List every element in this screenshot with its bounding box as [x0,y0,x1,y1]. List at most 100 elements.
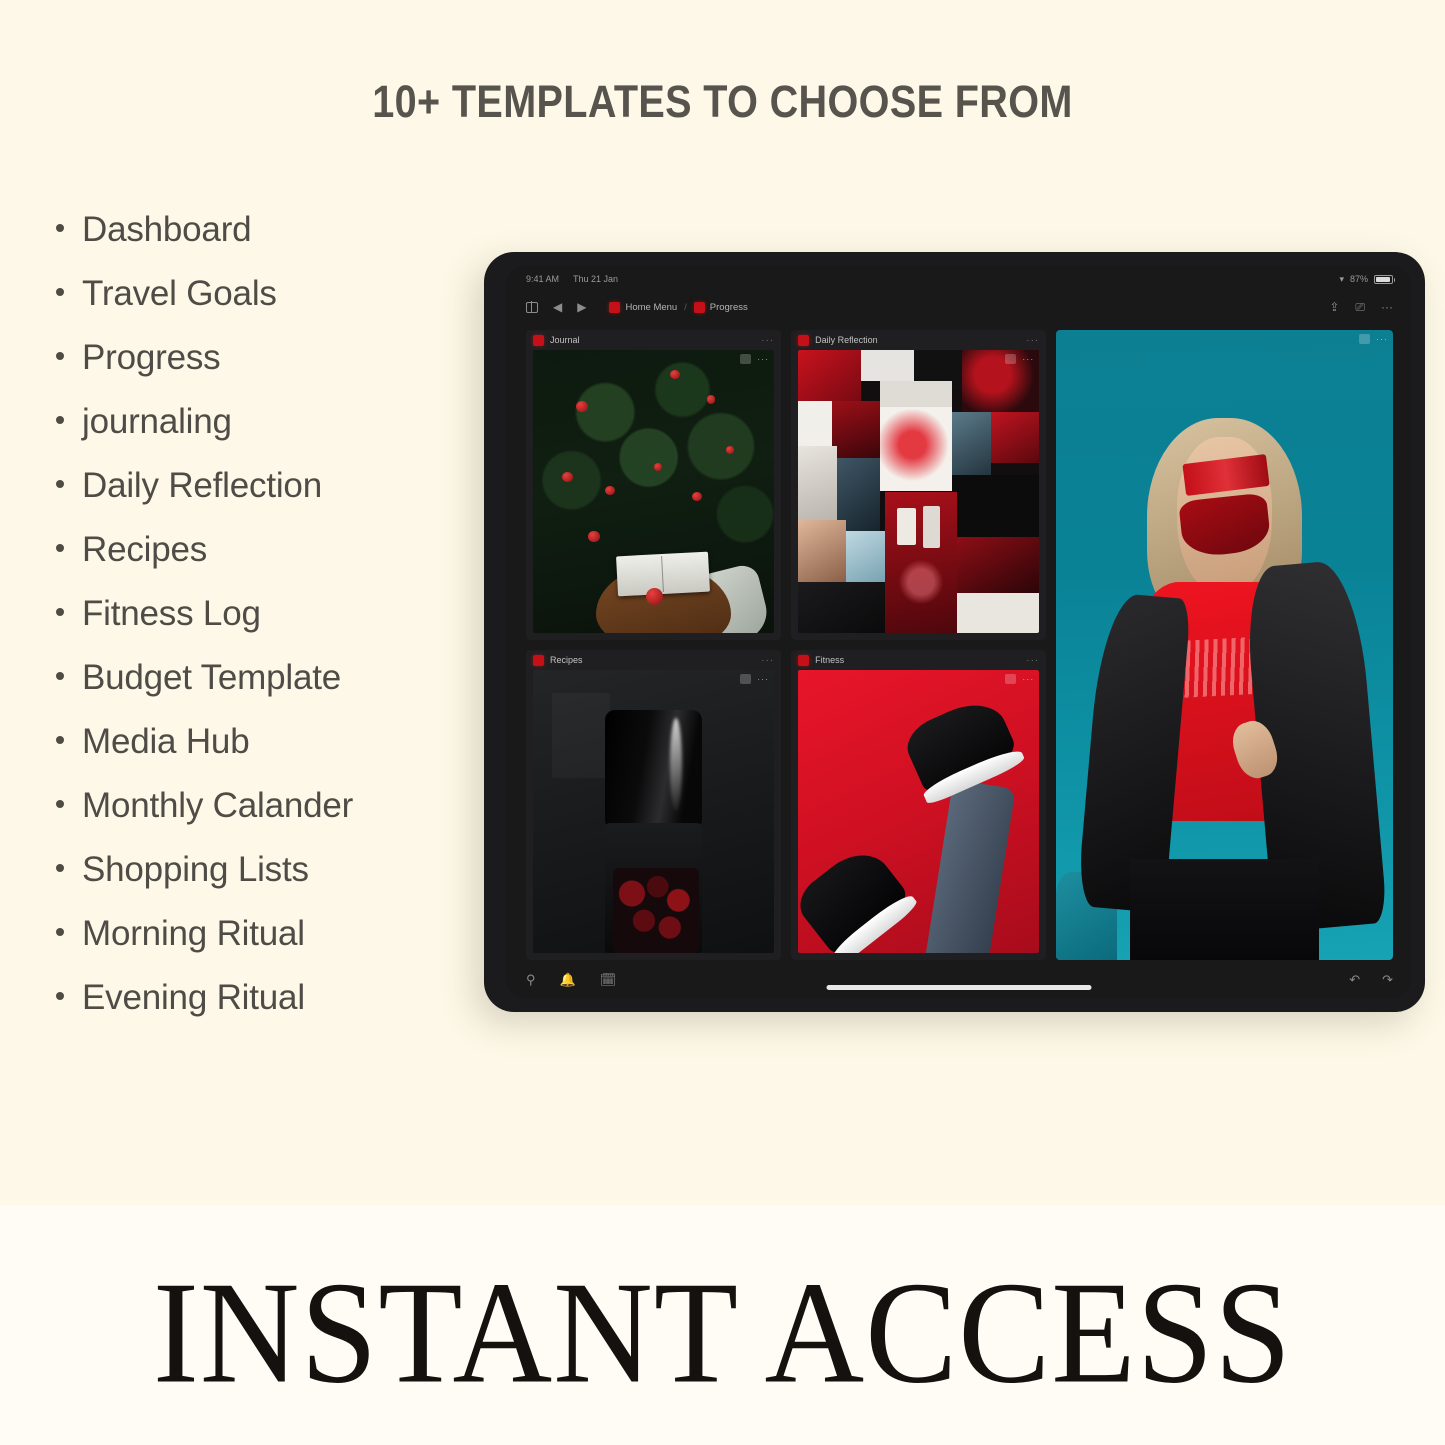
card-media-more-icon[interactable]: ··· [1022,674,1034,684]
list-item-label: Dashboard [82,210,252,249]
app-bottom-bar: ⚲ 🔔 🗓 ↶ ↷ [506,960,1411,998]
card-more-icon[interactable]: ··· [761,335,774,346]
breadcrumb-item-progress[interactable]: Progress [693,301,748,313]
card-media-more-icon[interactable]: ··· [757,674,769,684]
status-bar-left: 9:41 AM Thu 21 Jan [526,274,618,284]
list-item-label: Monthly Calander [82,786,354,825]
card-header: Recipes ··· [526,650,781,670]
template-card-fitness[interactable]: Fitness ··· ··· [791,650,1047,960]
bullet-icon [56,928,64,936]
list-item: Dashboard [56,198,486,262]
card-more-icon[interactable]: ··· [761,655,774,666]
comment-icon[interactable]: ⎚ [1355,301,1365,313]
tablet-screen: 9:41 AM Thu 21 Jan ▾ 87% ◀ ▶ Home Menu / [506,266,1411,998]
card-title: Daily Reflection [815,335,878,345]
list-item-label: Morning Ritual [82,914,305,953]
card-media-more-icon[interactable]: ··· [1022,354,1034,364]
foliage-berries-book-photo [533,350,775,633]
card-more-icon[interactable]: ··· [1026,335,1039,346]
card-media-actions: ··· [1358,334,1388,344]
card-image-fitness: ··· [798,670,1040,953]
battery-icon [1374,274,1395,284]
page-icon [533,334,544,346]
red-aesthetic-moodboard-collage [798,350,1040,633]
bullet-icon [56,864,64,872]
card-image-daily-reflection: ··· [798,350,1040,633]
card-media-more-icon[interactable]: ··· [757,354,769,364]
list-item: Shopping Lists [56,838,486,902]
template-card-recipes[interactable]: Recipes ··· ··· [526,650,782,960]
card-header: Journal ··· [526,330,781,350]
card-title: Journal [550,335,580,345]
list-item-label: Fitness Log [82,594,261,633]
template-card-media-hub[interactable]: ··· [1056,330,1393,960]
list-item-label: Progress [82,338,221,377]
card-image-portrait: ··· [1056,330,1393,960]
expand-icon[interactable] [1005,674,1017,684]
list-item: Morning Ritual [56,902,486,966]
status-bar: 9:41 AM Thu 21 Jan ▾ 87% [506,266,1411,292]
page-icon [798,654,810,666]
calendar-icon[interactable]: 🗓 [600,973,617,986]
breadcrumb-label: Progress [709,301,748,313]
share-icon[interactable]: ⇪ [1329,301,1339,313]
status-date: Thu 21 Jan [573,274,619,284]
dark-bottle-berries-photo [533,670,775,953]
more-options-icon[interactable]: ··· [1381,301,1393,313]
card-image-recipes: ··· [533,670,775,953]
breadcrumb-separator: / [684,302,687,312]
template-card-daily-reflection[interactable]: Daily Reflection ··· ··· [791,330,1047,640]
list-item: Fitness Log [56,582,486,646]
card-media-more-icon[interactable]: ··· [1376,334,1388,344]
list-item: Travel Goals [56,262,486,326]
battery-level-label: 87% [1349,274,1368,284]
list-item-label: Media Hub [82,722,250,761]
list-item: Recipes [56,518,486,582]
forward-arrow-icon[interactable]: ▶ [577,301,586,313]
bullet-icon [56,992,64,1000]
bullet-icon [56,672,64,680]
list-item: journaling [56,390,486,454]
expand-icon[interactable] [740,354,752,364]
undo-icon[interactable]: ↶ [1349,973,1360,986]
template-list: Dashboard Travel Goals Progress journali… [56,198,486,1030]
bullet-icon [56,608,64,616]
card-media-actions: ··· [1005,674,1034,684]
card-header: Fitness ··· [791,650,1046,670]
card-media-actions: ··· [740,674,769,684]
page-icon [693,301,705,313]
red-sneakers-photo [798,670,1040,953]
list-item-label: Daily Reflection [82,466,322,505]
page-icon [533,654,544,666]
breadcrumb: Home Menu / Progress [609,301,748,313]
bullet-icon [56,736,64,744]
card-title: Fitness [815,655,845,665]
bottom-bar-right-actions: ↶ ↷ [1349,973,1393,986]
template-card-journal[interactable]: Journal ··· ··· [526,330,782,640]
back-arrow-icon[interactable]: ◀ [553,301,562,313]
bell-icon[interactable]: 🔔 [560,973,576,986]
home-indicator [826,985,1091,990]
card-media-actions: ··· [1005,354,1034,364]
expand-icon[interactable] [740,674,752,684]
woman-red-sweater-teal-sky-photo [1056,330,1393,960]
toolbar-right-actions: ⇪ ⎚ ··· [1329,301,1393,313]
status-time: 9:41 AM [526,274,560,284]
bullet-icon [56,416,64,424]
list-item-label: Travel Goals [82,274,277,313]
card-media-actions: ··· [740,354,769,364]
list-item-label: Recipes [82,530,208,569]
bullet-icon [56,800,64,808]
list-item: Progress [56,326,486,390]
list-item: Budget Template [56,646,486,710]
expand-icon[interactable] [1005,354,1017,364]
card-more-icon[interactable]: ··· [1026,655,1039,666]
sidebar-toggle-icon[interactable] [526,301,538,313]
list-item: Monthly Calander [56,774,486,838]
redo-icon[interactable]: ↷ [1382,973,1393,986]
expand-icon[interactable] [1358,334,1370,344]
breadcrumb-item-home-menu[interactable]: Home Menu [609,301,677,313]
search-icon[interactable]: ⚲ [526,973,536,986]
page-icon [798,334,810,346]
bullet-icon [56,288,64,296]
